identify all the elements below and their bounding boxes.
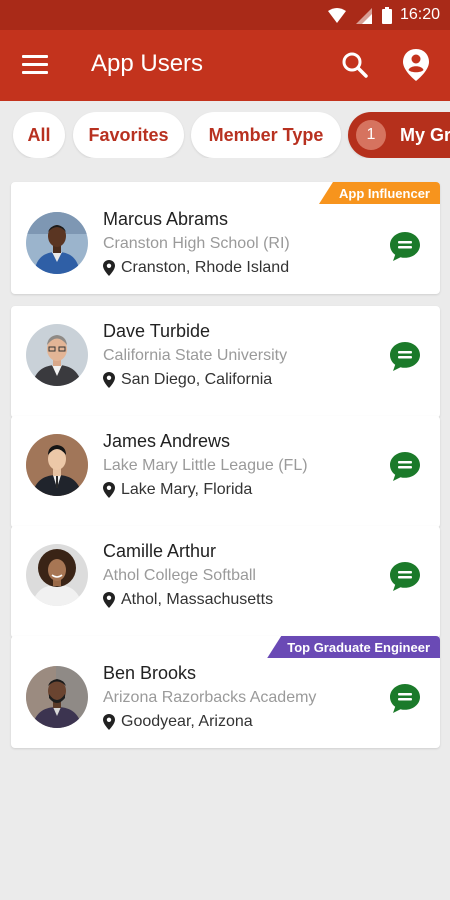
user-name: Camille Arthur	[103, 541, 217, 561]
chip-my-group[interactable]: 1 My Gr	[348, 112, 450, 158]
user-name: James Andrews	[103, 431, 231, 451]
map-pin-icon	[103, 482, 115, 498]
chat-bubble-icon[interactable]	[389, 450, 421, 482]
user-card[interactable]: Camille Arthur Athol College Softball At…	[11, 526, 440, 638]
map-pin-icon	[103, 260, 115, 276]
avatar	[26, 666, 88, 728]
location-pin-icon[interactable]	[402, 48, 430, 82]
user-name: Ben Brooks	[103, 663, 197, 683]
map-pin-icon	[103, 372, 115, 388]
user-name: Marcus Abrams	[103, 209, 229, 229]
chat-bubble-icon[interactable]	[389, 230, 421, 262]
chat-bubble-icon[interactable]	[389, 682, 421, 714]
user-location: San Diego, California	[103, 371, 272, 389]
status-bar: 16:20	[0, 0, 450, 30]
page-title: App Users	[91, 50, 204, 77]
chat-bubble-icon[interactable]	[389, 340, 421, 372]
avatar	[26, 544, 88, 606]
wifi-icon	[328, 7, 346, 23]
user-location: Cranston, Rhode Island	[103, 259, 289, 277]
battery-icon	[382, 7, 392, 24]
avatar	[26, 212, 88, 274]
map-pin-icon	[103, 592, 115, 608]
user-card[interactable]: James Andrews Lake Mary Little League (F…	[11, 416, 440, 528]
app-bar: App Users	[0, 30, 450, 101]
status-badge: Top Graduate Engineer	[267, 636, 440, 658]
hamburger-menu-icon[interactable]	[22, 54, 48, 76]
user-card[interactable]: Dave Turbide California State University…	[11, 306, 440, 418]
status-badge: App Influencer	[318, 182, 440, 204]
user-location: Athol, Massachusetts	[103, 591, 273, 609]
user-school: Lake Mary Little League (FL)	[103, 457, 308, 474]
user-location: Lake Mary, Florida	[103, 481, 252, 499]
chip-all[interactable]: All	[13, 112, 65, 158]
user-school: Arizona Razorbacks Academy	[103, 689, 317, 706]
chip-member-type[interactable]: Member Type	[191, 112, 341, 158]
user-card[interactable]: App Influencer Marcus Abrams Cranston Hi…	[11, 182, 440, 294]
user-location: Goodyear, Arizona	[103, 713, 253, 731]
filter-chips: All Favorites Member Type 1 My Gr	[0, 112, 450, 158]
avatar	[26, 434, 88, 496]
user-school: Athol College Softball	[103, 567, 256, 584]
status-time: 16:20	[399, 6, 440, 23]
search-icon[interactable]	[341, 51, 369, 79]
user-name: Dave Turbide	[103, 321, 211, 341]
status-icons	[328, 7, 392, 24]
group-count-badge: 1	[356, 120, 386, 150]
user-school: Cranston High School (RI)	[103, 235, 290, 252]
signal-icon	[356, 7, 372, 24]
user-card[interactable]: Top Graduate Engineer Ben Brooks Arizona…	[11, 636, 440, 748]
chat-bubble-icon[interactable]	[389, 560, 421, 592]
user-school: California State University	[103, 347, 288, 364]
chip-favorites[interactable]: Favorites	[73, 112, 184, 158]
map-pin-icon	[103, 714, 115, 730]
avatar	[26, 324, 88, 386]
